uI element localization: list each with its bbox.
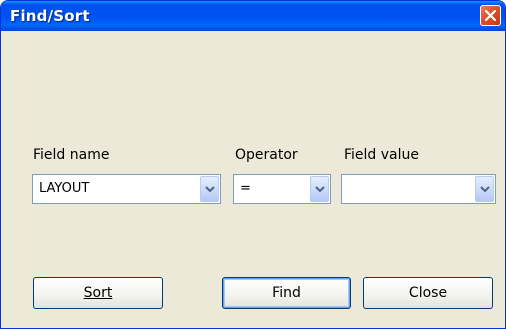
close-window-button[interactable] [480,5,501,26]
chevron-down-icon [480,186,490,193]
field-value-label: Field value [344,147,420,163]
close-icon [485,10,496,21]
sort-button-label: Sort [83,285,113,301]
field-value-dropdown-button[interactable] [475,176,494,202]
field-name-dropdown-button[interactable] [200,176,219,202]
field-name-value: LAYOUT [39,181,90,196]
chevron-down-icon [205,186,215,193]
title-bar[interactable]: Find/Sort [1,1,505,31]
close-button-label: Close [408,285,448,301]
window-title: Find/Sort [10,7,90,25]
operator-label: Operator [235,147,298,163]
chevron-down-icon [315,186,325,193]
find-button-label: Find [272,285,301,301]
operator-value: = [240,181,251,196]
dialog-body: Field name Operator Field value LAYOUT = [4,31,502,325]
sort-button[interactable]: Sort [33,277,163,309]
field-name-select[interactable]: LAYOUT [32,174,221,204]
close-button[interactable]: Close [363,277,493,309]
find-button[interactable]: Find [222,277,351,309]
operator-dropdown-button[interactable] [310,176,329,202]
operator-select[interactable]: = [233,174,331,204]
field-value-select[interactable] [341,174,496,204]
find-sort-dialog: Find/Sort Field name Operator Field valu… [0,0,506,329]
field-name-label: Field name [33,147,110,163]
